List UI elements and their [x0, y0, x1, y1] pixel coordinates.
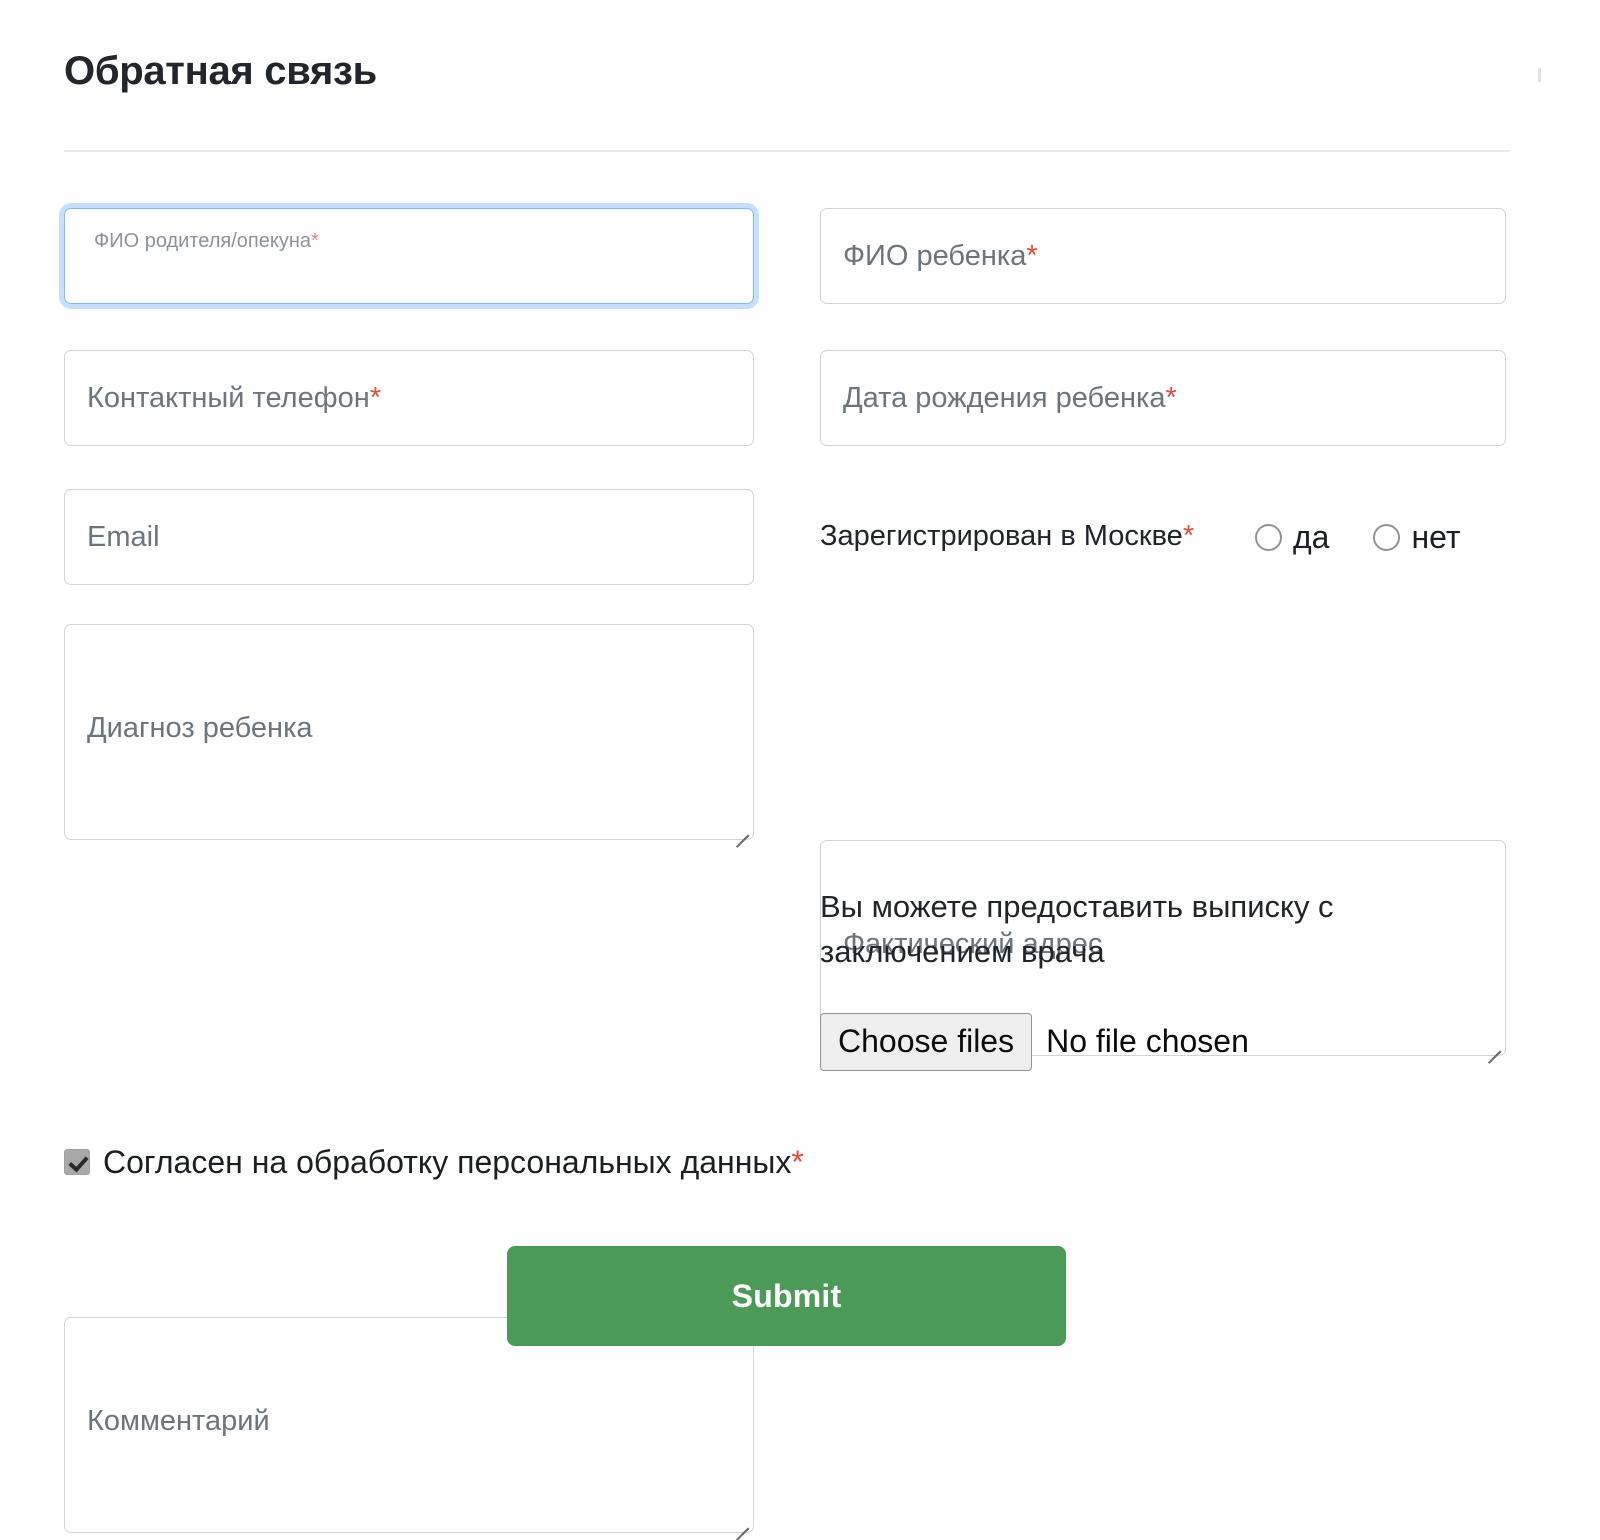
field-comment	[64, 1317, 754, 1540]
choose-files-button[interactable]: Choose files	[820, 1012, 1033, 1071]
file-status-text: No file chosen	[1046, 1023, 1249, 1060]
registration-question-text: Зарегистрирован в Москве	[820, 520, 1183, 553]
registration-required-asterisk: *	[1182, 520, 1195, 553]
field-diagnosis	[64, 624, 754, 848]
submit-wrap: Submit	[507, 1246, 1066, 1346]
field-email	[64, 489, 754, 585]
consent-checkbox-icon[interactable]	[64, 1149, 90, 1175]
phone-input[interactable]	[64, 350, 754, 446]
child-name-input[interactable]	[820, 208, 1506, 304]
diagnosis-textarea[interactable]	[64, 624, 754, 840]
radio-option-no[interactable]: нет	[1373, 519, 1461, 555]
consent-label: Согласен на обработку персональных данны…	[103, 1146, 804, 1178]
birth-date-input[interactable]	[820, 350, 1506, 446]
radio-label-no: нет	[1411, 519, 1461, 555]
consent-row[interactable]: Согласен на обработку персональных данны…	[64, 1146, 804, 1178]
radio-option-yes[interactable]: да	[1255, 521, 1329, 553]
radio-label-yes: да	[1293, 519, 1330, 555]
radio-circle-icon-yes[interactable]	[1255, 523, 1282, 551]
radio-circle-icon-no[interactable]	[1373, 523, 1401, 551]
email-input[interactable]	[64, 489, 754, 585]
feedback-form-page: Обратная связь ФИО родителя/опекуна* * *…	[0, 0, 1600, 1540]
parent-name-input[interactable]	[64, 208, 754, 304]
registration-group: Зарегистрирован в Москве* да нет	[820, 489, 1506, 585]
field-phone: *	[64, 350, 754, 446]
submit-button[interactable]: Submit	[507, 1246, 1066, 1346]
upload-note: Вы можете предоставить выписку с заключе…	[820, 889, 1334, 969]
consent-required-asterisk: *	[791, 1144, 804, 1180]
registration-radio-row: Зарегистрирован в Москве* да нет	[820, 489, 1506, 585]
field-child-name: *	[820, 208, 1506, 304]
form-grid: ФИО родителя/опекуна* * * * Зарегистриро…	[0, 0, 1600, 1540]
registration-question: Зарегистрирован в Москве*	[820, 518, 1220, 555]
registration-options: да нет	[1255, 521, 1461, 553]
file-input-row: Choose files No file chosen	[820, 1012, 1506, 1071]
field-birth-date: *	[820, 350, 1506, 446]
comment-textarea[interactable]	[64, 1317, 754, 1533]
upload-group: Вы можете предоставить выписку с заключе…	[820, 885, 1506, 1071]
parent-name-wrap: ФИО родителя/опекуна*	[64, 208, 754, 304]
consent-label-text: Согласен на обработку персональных данны…	[103, 1144, 792, 1180]
field-parent-name: ФИО родителя/опекуна*	[64, 208, 754, 304]
